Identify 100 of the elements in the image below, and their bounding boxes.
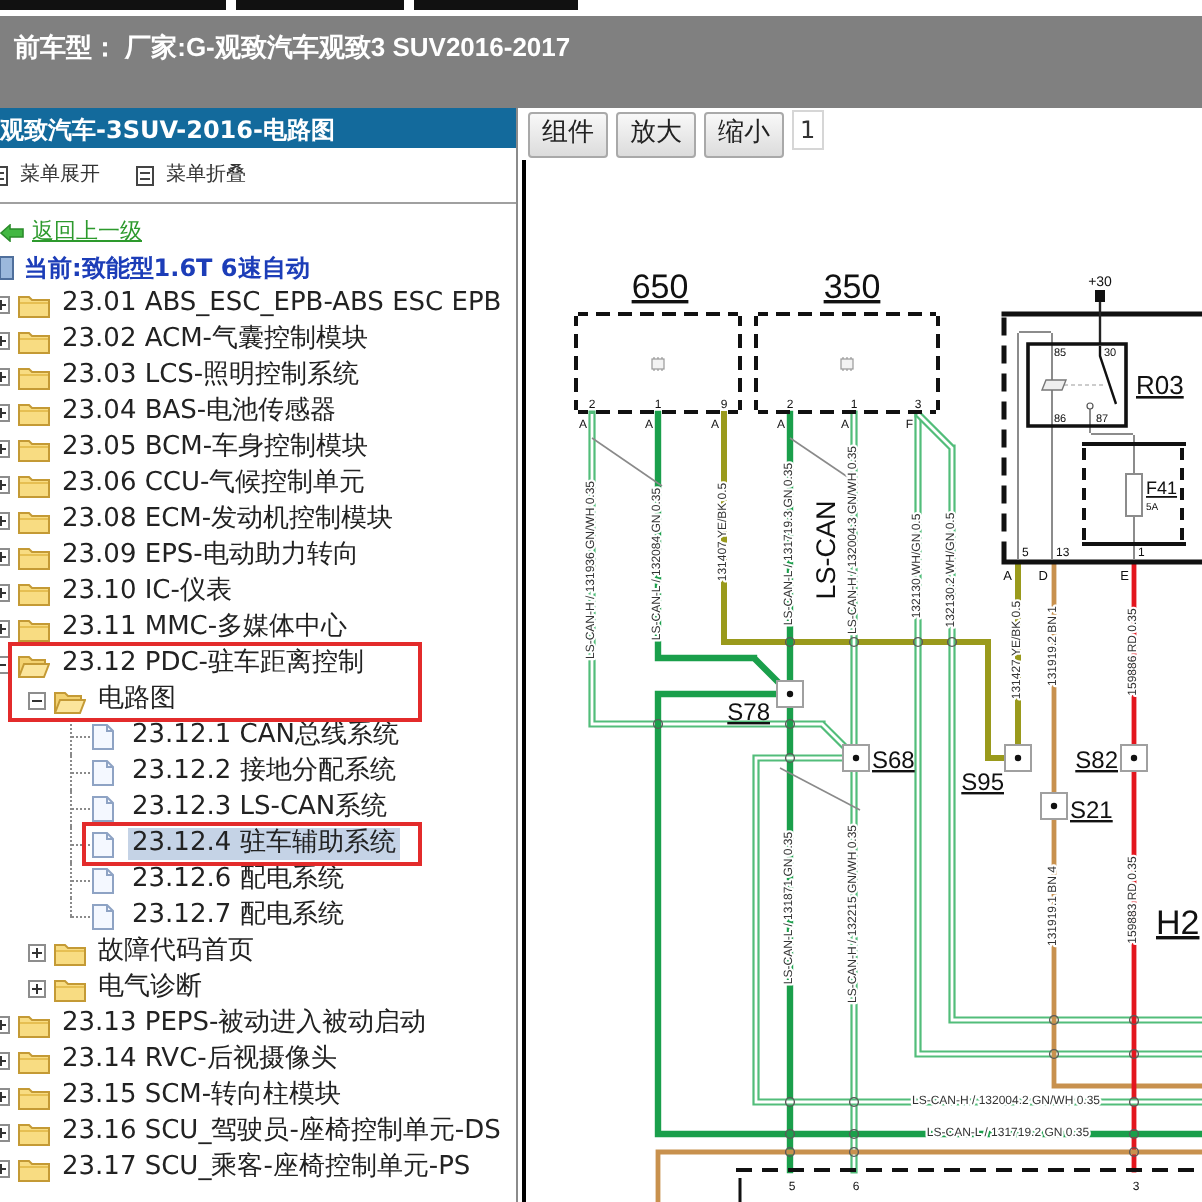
tree-item[interactable]: 故障代码首页 <box>94 936 258 968</box>
chip-icon <box>651 356 665 372</box>
junction-marker <box>1128 1096 1140 1108</box>
tree-item[interactable]: 23.04 BAS-电池传感器 <box>58 396 341 428</box>
toolbar-button[interactable]: 缩小 <box>704 111 784 157</box>
splice-node <box>1120 744 1148 772</box>
tree-item[interactable]: 23.13 PEPS-被动进入被动启动 <box>58 1008 431 1040</box>
splice-label: S78 <box>727 698 770 726</box>
toolbar-button[interactable]: 放大 <box>616 111 696 157</box>
page-number-field[interactable]: 1 <box>792 110 824 150</box>
expander-icon[interactable] <box>28 943 46 961</box>
junction-marker <box>1128 1146 1140 1158</box>
expander-icon[interactable] <box>0 331 10 349</box>
splice-node <box>842 744 870 772</box>
tree-item[interactable]: 23.03 LCS-照明控制系统 <box>58 360 364 392</box>
fuse-symbol <box>1125 473 1143 517</box>
junction-marker <box>848 1096 860 1108</box>
expander-icon[interactable] <box>0 1051 10 1069</box>
tree-item[interactable]: 23.12.7 配电系统 <box>128 900 348 932</box>
splice-node <box>1040 792 1068 820</box>
twist-marker <box>779 767 861 811</box>
document-icon <box>92 903 114 929</box>
junction-marker <box>1128 1048 1140 1060</box>
document-icon <box>92 831 114 857</box>
junction-marker <box>1048 1048 1060 1060</box>
expander-icon[interactable] <box>0 1123 10 1141</box>
tree-item[interactable]: 23.05 BCM-车身控制模块 <box>58 432 373 464</box>
expander-icon[interactable] <box>0 1159 10 1177</box>
junction-marker <box>784 1096 796 1108</box>
splice-label: S82 <box>1075 746 1118 774</box>
splice-label: S68 <box>872 746 915 774</box>
junction-marker <box>848 1146 860 1158</box>
tree-item[interactable]: 23.16 SCU_驾驶员-座椅控制单元-DS <box>58 1116 505 1148</box>
expander-icon[interactable] <box>0 547 10 565</box>
junction-marker <box>652 718 664 730</box>
expander-icon[interactable] <box>0 439 10 457</box>
module-label: 350 <box>823 268 881 306</box>
junction-marker <box>784 1128 796 1140</box>
document-icon <box>92 795 114 821</box>
tree-item[interactable]: 23.08 ECM-发动机控制模块 <box>58 504 398 536</box>
expander-icon[interactable] <box>0 1087 10 1105</box>
expander-icon[interactable] <box>0 655 10 673</box>
twist-marker <box>591 437 663 487</box>
current-model-label: 当前:致能型1.6T 6速自动 <box>24 253 310 283</box>
expander-icon[interactable] <box>28 979 46 997</box>
junction-marker <box>784 718 796 730</box>
tree-item[interactable]: 23.12.2 接地分配系统 <box>128 756 400 788</box>
menu-action-button[interactable]: 菜单展开 <box>0 163 100 187</box>
document-icon <box>92 867 114 893</box>
fuse-holder-outline <box>1082 442 1186 546</box>
expander-icon[interactable] <box>0 583 10 601</box>
tree-item[interactable]: 23.09 EPS-电动助力转向 <box>58 540 363 572</box>
tree-item[interactable]: 23.11 MMC-多媒体中心 <box>58 612 352 644</box>
tree-item[interactable]: 23.01 ABS_ESC_EPB-ABS ESC EPB <box>58 288 506 320</box>
toolbar-button[interactable]: 组件 <box>528 111 608 157</box>
tree-item[interactable]: 23.12.3 LS-CAN系统 <box>128 792 392 824</box>
fuse-label: F41 <box>1146 478 1178 498</box>
junction-marker <box>1048 1014 1060 1026</box>
expander-icon[interactable] <box>28 691 46 709</box>
junction-marker <box>912 636 924 648</box>
tree-item[interactable]: 电气诊断 <box>94 972 206 1004</box>
document-icon <box>92 723 114 749</box>
page-icon <box>0 256 14 280</box>
splice-label: S21 <box>1070 796 1113 824</box>
junction-marker <box>1128 1014 1140 1026</box>
expander-icon[interactable] <box>0 1015 10 1033</box>
tree-item[interactable]: 23.12.4 驻车辅助系统 <box>128 828 400 860</box>
tree-item[interactable]: 23.02 ACM-气囊控制模块 <box>58 324 372 356</box>
expander-icon[interactable] <box>0 295 10 313</box>
harness-label: H2 <box>1156 904 1200 942</box>
tree-item[interactable]: 23.10 IC-仪表 <box>58 576 236 608</box>
tree-item[interactable]: 23.06 CCU-气候控制单元 <box>58 468 370 500</box>
tree-item[interactable]: 电路图 <box>94 684 180 716</box>
expander-icon[interactable] <box>0 403 10 421</box>
panel-title: 观致汽车-3SUV-2016-电路图 <box>0 116 335 144</box>
splice-label: S95 <box>961 768 1004 796</box>
expander-icon[interactable] <box>0 511 10 529</box>
tree-item[interactable]: 23.15 SCM-转向柱模块 <box>58 1080 346 1112</box>
junction-marker <box>946 636 958 648</box>
junction-marker <box>848 636 860 648</box>
junction-marker <box>784 636 796 648</box>
chip-icon <box>840 356 854 372</box>
document-icon <box>92 759 114 785</box>
terminal-marker <box>1095 290 1105 302</box>
tree-item[interactable]: 23.14 RVC-后视摄像头 <box>58 1044 341 1076</box>
expander-icon[interactable] <box>0 367 10 385</box>
back-link[interactable]: 返回上一级 <box>32 218 142 246</box>
junction-marker <box>848 1128 860 1140</box>
list-icon <box>136 165 154 185</box>
relay-symbol <box>1026 342 1128 428</box>
menu-action-button[interactable]: 菜单折叠 <box>136 163 246 187</box>
bus-label: LS-CAN <box>811 500 841 600</box>
tree-item[interactable]: 23.12 PDC-驻车距离控制 <box>58 648 368 680</box>
expander-icon[interactable] <box>0 619 10 637</box>
junction-marker <box>784 1146 796 1158</box>
junction-marker <box>784 752 796 764</box>
junction-marker <box>1128 1128 1140 1140</box>
expander-icon[interactable] <box>0 475 10 493</box>
tree-item[interactable]: 23.17 SCU_乘客-座椅控制单元-PS <box>58 1152 475 1184</box>
supply-wire <box>1098 301 1102 344</box>
